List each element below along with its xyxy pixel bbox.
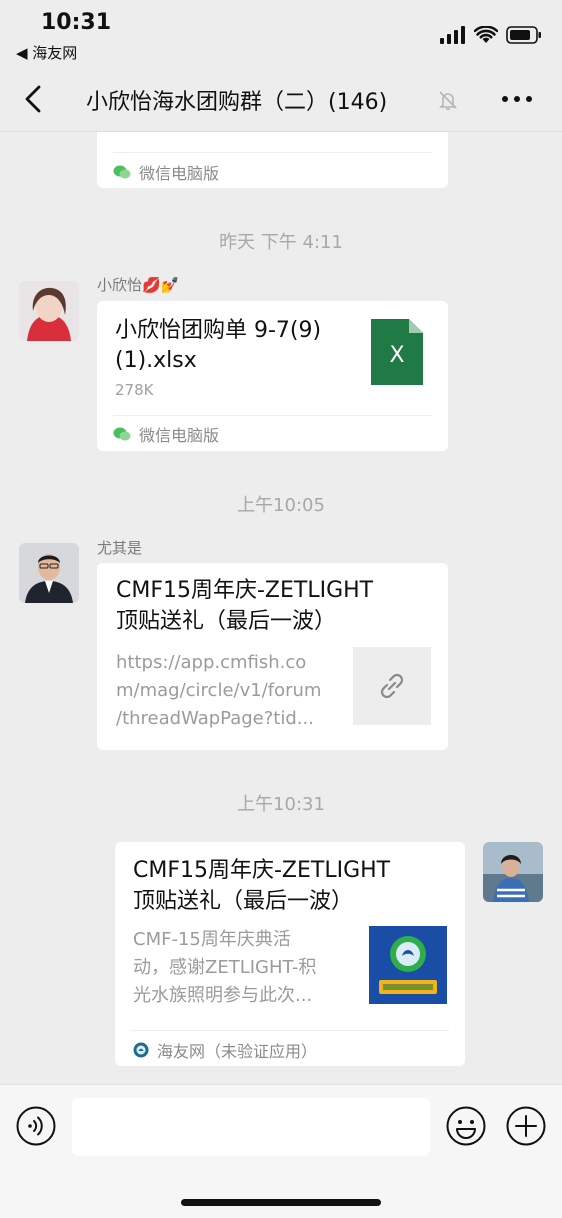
card-footer: 海友网（未验证应用） — [133, 1038, 317, 1062]
home-indicator[interactable] — [181, 1199, 381, 1206]
avatar[interactable] — [19, 281, 79, 341]
sender-name: 尤其是 — [97, 539, 143, 557]
card-footer-label: 微信电脑版 — [139, 426, 220, 445]
emoji-icon[interactable] — [446, 1106, 486, 1146]
app-link-desc-line3: 光水族照明参与此次... — [133, 985, 313, 1006]
message-list[interactable]: 微信电脑版 昨天 下午 4:11 小欣怡💋💅 小欣怡团购单 9-7(9) (1)… — [0, 132, 562, 1084]
message-card-partial[interactable]: 微信电脑版 — [97, 132, 448, 188]
avatar-image — [19, 281, 79, 341]
battery-icon — [506, 26, 541, 44]
avatar-self[interactable] — [483, 842, 543, 902]
card-divider — [113, 415, 432, 416]
chat-title: 小欣怡海水团购群（二）(146) — [86, 90, 388, 115]
link-title-line2: 顶贴送礼（最后一波） — [116, 609, 337, 634]
card-footer: 微信电脑版 — [113, 422, 219, 446]
card-divider — [113, 152, 432, 153]
link-message-card[interactable]: CMF15周年庆-ZETLIGHT 顶贴送礼（最后一波） https://app… — [97, 563, 448, 750]
app-link-title-line2: 顶贴送礼（最后一波） — [133, 889, 354, 914]
timestamp: 上午10:31 — [237, 794, 325, 815]
status-bar: 10:31 ◀ 海友网 — [0, 0, 562, 66]
card-footer-label: 海友网（未验证应用） — [157, 1042, 318, 1061]
wechat-pc-icon — [113, 427, 131, 441]
app-link-desc-line1: CMF-15周年庆典活 — [133, 929, 291, 950]
back-to-app-link[interactable]: ◀ 海友网 — [16, 42, 77, 63]
mute-bell-icon — [439, 91, 457, 110]
file-title-line1: 小欣怡团购单 9-7(9) — [115, 318, 322, 343]
file-message-card[interactable]: 小欣怡团购单 9-7(9) (1).xlsx 278K X 微信电脑版 — [97, 301, 448, 451]
card-divider — [131, 1030, 449, 1031]
link-desc-line3: /threadWapPage?tid... — [116, 708, 314, 729]
sender-name: 小欣怡💋💅 — [97, 276, 180, 294]
status-icons — [440, 24, 542, 46]
timestamp: 上午10:05 — [237, 495, 325, 516]
link-desc-line1: https://app.cmfish.co — [116, 652, 307, 673]
voice-icon[interactable] — [16, 1106, 56, 1146]
anniversary-logo-image — [369, 926, 447, 1004]
avatar[interactable] — [19, 543, 79, 603]
link-icon — [380, 673, 404, 699]
clock: 10:31 — [41, 10, 112, 35]
link-desc-line2: m/mag/circle/v1/forum — [116, 680, 322, 701]
file-title-line2: (1).xlsx — [115, 348, 197, 373]
app-link-title-line1: CMF15周年庆-ZETLIGHT — [133, 858, 391, 883]
link-title-line1: CMF15周年庆-ZETLIGHT — [116, 578, 374, 603]
wechat-pc-icon — [113, 165, 131, 179]
app-link-message-card[interactable]: CMF15周年庆-ZETLIGHT 顶贴送礼（最后一波） CMF-15周年庆典活… — [115, 842, 465, 1066]
plus-icon[interactable] — [506, 1106, 546, 1146]
more-icon[interactable] — [502, 92, 536, 106]
card-footer: 微信电脑版 — [113, 160, 219, 184]
signal-icon — [440, 26, 465, 44]
excel-file-letter: X — [389, 343, 405, 368]
chevron-left-icon[interactable] — [20, 84, 48, 114]
file-size: 278K — [115, 381, 154, 399]
app-link-desc-line2: 动，感谢ZETLIGHT-积 — [133, 957, 317, 978]
avatar-image — [19, 543, 79, 603]
card-footer-label: 微信电脑版 — [139, 164, 220, 183]
link-thumbnail — [353, 647, 431, 725]
input-bar — [0, 1084, 562, 1218]
message-input[interactable] — [72, 1098, 430, 1156]
timestamp: 昨天 下午 4:11 — [219, 232, 343, 253]
app-link-thumbnail — [369, 926, 447, 1004]
wifi-icon — [474, 26, 498, 43]
chat-header: 小欣怡海水团购群（二）(146) — [0, 66, 562, 132]
app-source-icon — [133, 1042, 149, 1058]
avatar-image — [483, 842, 543, 902]
